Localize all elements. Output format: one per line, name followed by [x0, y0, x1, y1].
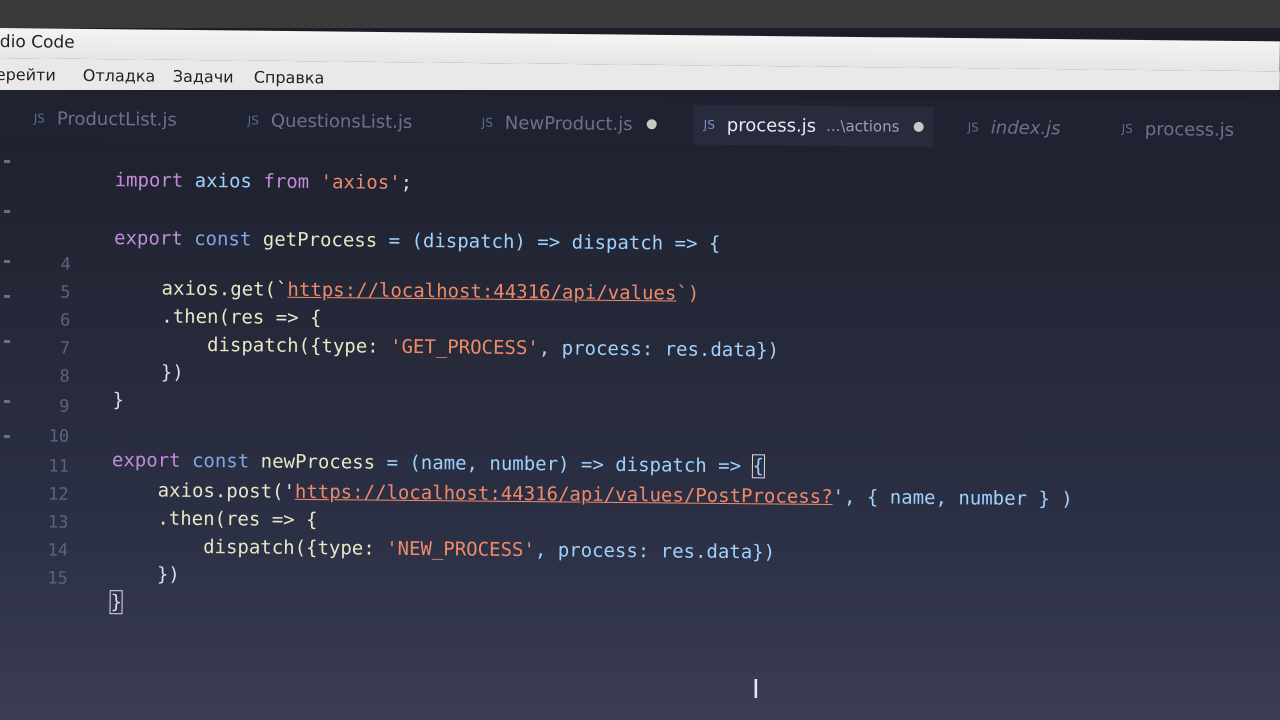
tab-label: process.js	[1144, 118, 1235, 141]
tab-path: ...\actions	[826, 116, 900, 136]
menu-tasks[interactable]: Задачи	[173, 67, 234, 87]
code-line: 14 })	[0, 518, 180, 585]
tab-index[interactable]: JS index.js	[967, 107, 1061, 148]
code-line: 5 .then(res => {	[0, 260, 321, 330]
code-line: 12 .then(res => {	[0, 462, 318, 531]
url-link[interactable]: https://localhost:44316/api/values	[287, 279, 676, 305]
code-text: , process: res.data})	[538, 337, 780, 362]
code-line: import axios from 'axios';	[0, 146, 413, 194]
keyword: import	[114, 169, 184, 192]
menu-debug[interactable]: Отладка	[83, 66, 156, 86]
function-name: getProcess	[262, 228, 378, 252]
code-text: axios.post('	[157, 479, 296, 503]
gutter-marker	[4, 340, 10, 343]
code-text: })	[156, 563, 180, 586]
tab-label: ProductList.js	[56, 108, 177, 131]
keyword: from	[263, 170, 310, 193]
code-line: 6 dispatch({type: 'GET_PROCESS', process…	[0, 288, 779, 362]
code-text: .then(res => {	[157, 507, 318, 532]
js-file-icon: JS	[1121, 121, 1133, 136]
identifier: axios	[183, 169, 264, 193]
code-line: 10 export const newProcess = (name, numb…	[0, 404, 766, 479]
keyword: export	[113, 227, 183, 250]
js-file-icon: JS	[481, 115, 493, 130]
code-line: 4 axios.get(`https://localhost:44316/api…	[0, 232, 699, 305]
code-line: 13 dispatch({type: 'NEW_PROCESS', proces…	[0, 490, 775, 563]
punctuation: ;	[400, 171, 413, 194]
tab-label: NewProduct.js	[504, 112, 633, 135]
tab-label: QuestionsList.js	[270, 110, 413, 133]
gutter-marker	[4, 210, 10, 213]
gutter-marker	[4, 435, 10, 438]
code-text: = (dispatch) => dispatch => {	[377, 229, 721, 255]
unsaved-dot-icon[interactable]	[646, 119, 657, 130]
string-literal: 'axios'	[320, 171, 401, 194]
js-file-icon: JS	[703, 117, 715, 132]
code-line: 8 }	[0, 344, 124, 412]
code-text: .then(res => {	[161, 305, 322, 330]
unsaved-dot-icon[interactable]	[913, 121, 924, 132]
menu-help[interactable]: Справка	[254, 68, 325, 88]
code-line: 11 axios.post('https://localhost:44316/a…	[0, 434, 1073, 510]
window-title: dio Code	[0, 31, 75, 53]
keyword: export	[111, 449, 181, 472]
keyword: const	[180, 449, 261, 473]
code-text: dispatch({type:	[206, 333, 391, 358]
tab-questionslist[interactable]: JS QuestionsList.js	[248, 100, 413, 142]
tab-label: process.js	[726, 114, 817, 137]
js-file-icon: JS	[33, 111, 45, 126]
keyword: const	[182, 227, 263, 251]
top-strip	[0, 0, 1280, 28]
js-file-icon: JS	[247, 113, 259, 128]
editor: JS ProductList.js JS QuestionsList.js JS…	[0, 90, 1280, 720]
function-name: newProcess	[260, 450, 376, 474]
gutter-marker	[4, 400, 10, 403]
tab-process-active[interactable]: JS process.js ...\actions	[693, 104, 934, 147]
gutter-marker	[4, 295, 10, 298]
code-text: ', { name, number } )	[832, 486, 1073, 511]
tab-bar: JS ProductList.js JS QuestionsList.js JS…	[0, 90, 1280, 155]
code-text: }	[112, 389, 125, 412]
code-line: 7 })	[0, 316, 184, 384]
code-text: axios.get(`	[161, 277, 288, 301]
js-file-icon: JS	[967, 120, 979, 135]
string-literal: 'GET_PROCESS'	[389, 335, 539, 360]
gutter-marker	[4, 260, 10, 263]
code-text: = (name, number) => dispatch =>	[374, 451, 753, 478]
matched-brace: }	[109, 590, 124, 615]
code-text: })	[160, 361, 184, 384]
code-line: export const getProcess = (dispatch) => …	[0, 204, 720, 255]
code-text: , process: res.data})	[534, 539, 776, 564]
code-text: `)	[676, 282, 700, 305]
code-text: dispatch({type:	[203, 535, 387, 560]
code-line: 15 }	[0, 546, 124, 615]
string-literal: 'NEW_PROCESS'	[386, 537, 535, 562]
url-link[interactable]: https://localhost:44316/api/values/PostP…	[295, 481, 833, 508]
menu-go[interactable]: ерейти	[0, 65, 56, 85]
tab-process-2[interactable]: JS process.js	[1121, 109, 1235, 150]
matched-brace: {	[751, 454, 766, 479]
text-cursor-icon: I	[752, 675, 760, 705]
tab-newproduct[interactable]: JS NewProduct.js	[482, 103, 657, 145]
line-number: 15	[47, 568, 68, 589]
tab-label: index.js	[990, 117, 1061, 139]
gutter-marker	[4, 160, 10, 163]
tab-productlist[interactable]: JS ProductList.js	[34, 98, 177, 139]
